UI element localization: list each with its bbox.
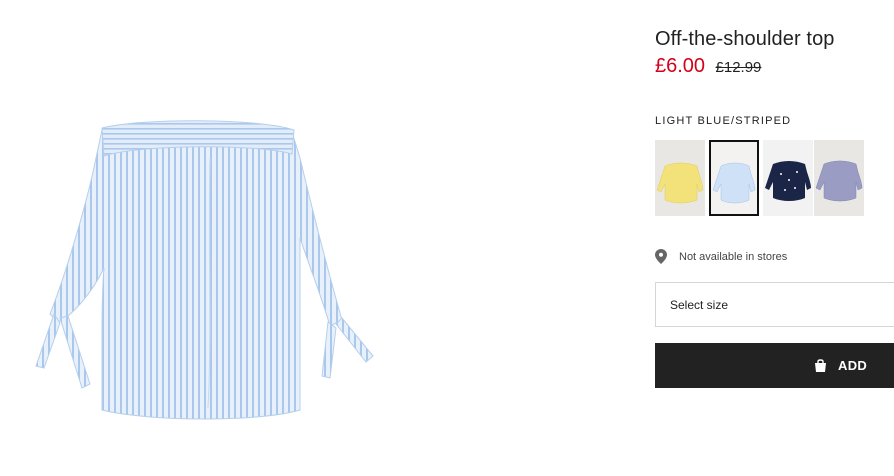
yellow-top-thumbnail-icon bbox=[656, 162, 704, 204]
product-image bbox=[30, 118, 380, 430]
availability-text: Not available in stores bbox=[679, 250, 788, 263]
location-pin-icon bbox=[655, 249, 667, 264]
sale-price: £6.00 bbox=[655, 55, 706, 77]
blue-striped-off-shoulder-top-image bbox=[35, 120, 374, 420]
add-button-label: ADD bbox=[838, 358, 868, 373]
dark-blue-top-thumbnail-icon bbox=[765, 161, 811, 201]
product-title: Off-the-shoulder top bbox=[655, 28, 835, 50]
size-select[interactable]: Select size bbox=[655, 282, 894, 327]
size-select-label: Select size bbox=[670, 297, 729, 312]
shopping-bag-icon bbox=[813, 358, 828, 373]
swatch-yellow[interactable] bbox=[655, 140, 705, 216]
lavender-top-thumbnail-icon bbox=[815, 160, 863, 202]
store-availability: Not available in stores bbox=[655, 249, 787, 264]
price-row: £6.00 £12.99 bbox=[655, 55, 761, 78]
add-to-bag-button[interactable]: ADD bbox=[655, 343, 894, 388]
light-blue-top-thumbnail-icon bbox=[712, 162, 756, 204]
color-label: LIGHT BLUE/STRIPED bbox=[655, 115, 792, 127]
original-price: £12.99 bbox=[715, 59, 762, 76]
swatch-dark-blue-dotted[interactable] bbox=[763, 140, 813, 216]
swatch-lavender[interactable] bbox=[814, 140, 864, 216]
swatch-light-blue-striped[interactable] bbox=[709, 140, 759, 216]
